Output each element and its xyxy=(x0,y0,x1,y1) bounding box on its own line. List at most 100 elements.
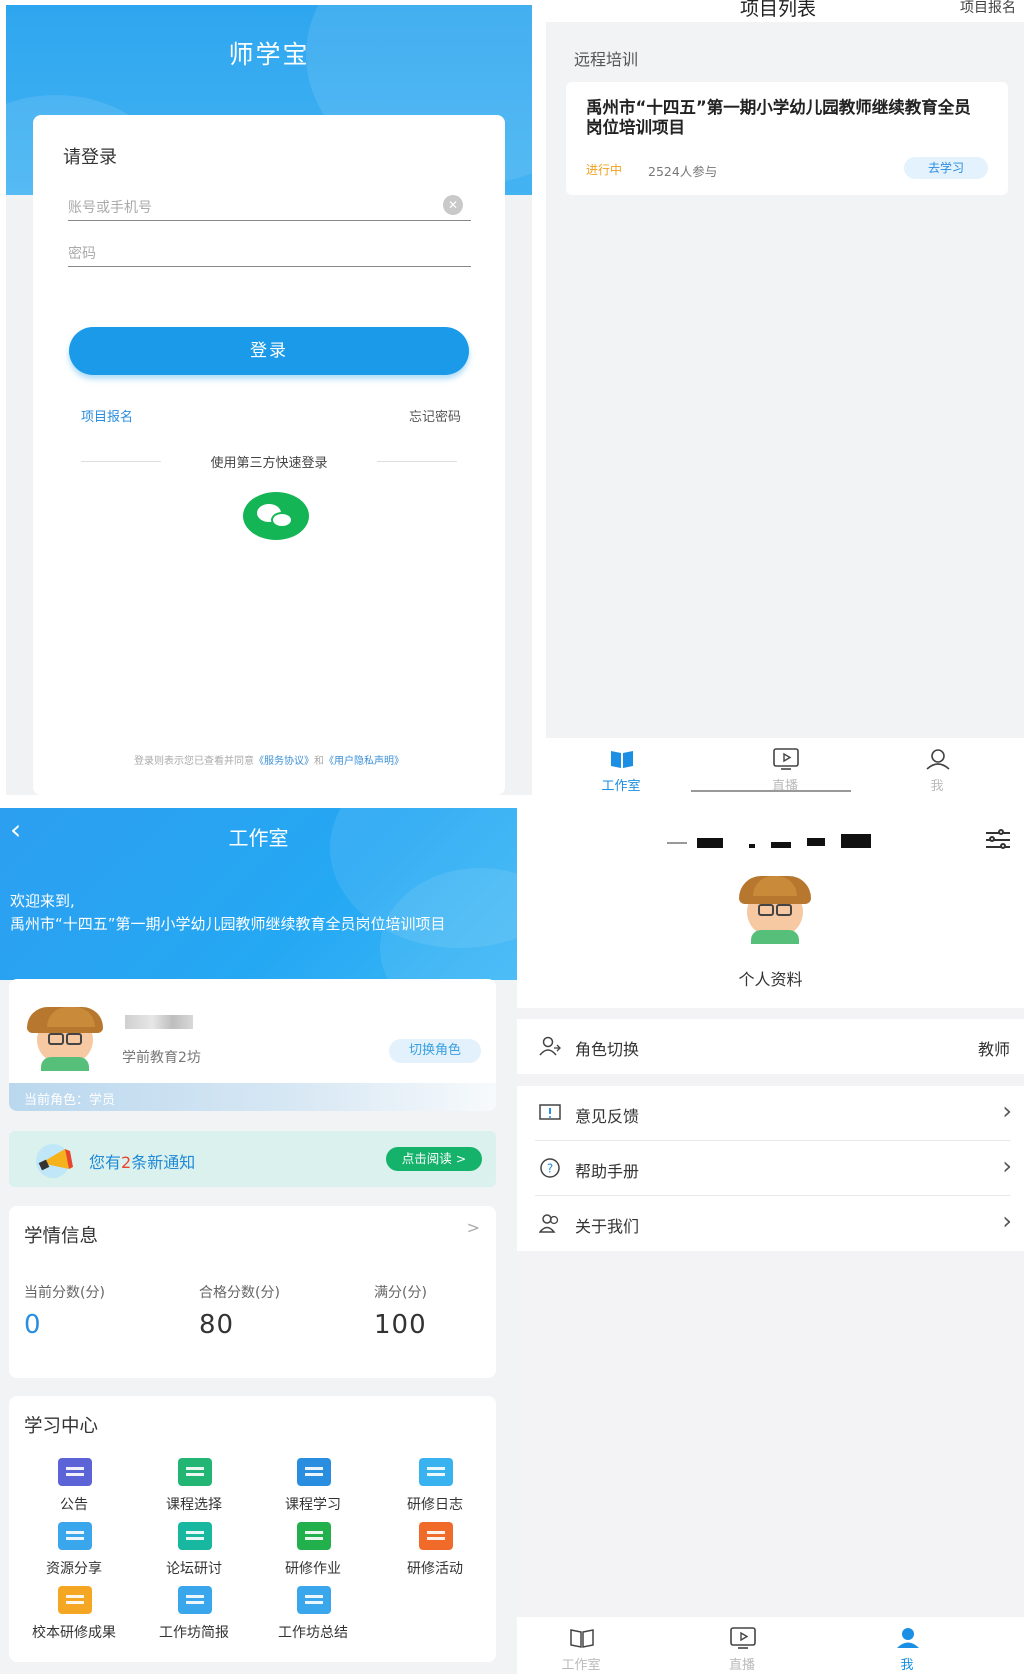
section-label: 远程培训 xyxy=(574,50,639,69)
current-role: 当前角色：学员 xyxy=(24,1093,116,1108)
wechat-icon[interactable] xyxy=(243,492,309,540)
page-title: 工作室 xyxy=(228,826,289,850)
score-value: 0 xyxy=(24,1310,42,1340)
login-button[interactable]: 登录 xyxy=(69,327,469,375)
tab-label: 我 xyxy=(930,779,944,794)
learning-center-item[interactable]: 工作坊简报 xyxy=(133,1586,255,1644)
third-party-divider: 使用第三方快速登录 xyxy=(81,452,457,472)
card-title: 学习中心 xyxy=(24,1416,99,1437)
user-name-redacted xyxy=(667,834,877,852)
book-icon xyxy=(570,1629,594,1648)
service-agreement-link[interactable]: 《服务协议》 xyxy=(254,756,314,767)
notice-banner[interactable]: 您有2条新通知 点击阅读 > xyxy=(9,1131,496,1187)
account-field[interactable]: 账号或手机号 ✕ xyxy=(68,195,471,221)
learning-center-card: 学习中心 公告 课程选择 课程学习 研修日志资源分享 论坛研讨 研修作业 研修活动校本研修成… xyxy=(9,1396,496,1662)
learning-center-item[interactable]: 课程选择 xyxy=(133,1458,255,1516)
menu-role-switch[interactable]: 角色切换 教师 xyxy=(517,1019,1024,1074)
tab-label: 工作室 xyxy=(561,1658,601,1673)
score-label: 当前分数(分) xyxy=(24,1285,105,1301)
workspace-screen: ‹ 工作室 欢迎来到, 禹州市“十四五”第一期小学幼儿园教师继续教育全员岗位培训… xyxy=(0,808,517,1674)
user-name-redacted xyxy=(125,1015,193,1029)
homework-icon xyxy=(297,1522,331,1550)
forgot-password-link[interactable]: 忘记密码 xyxy=(409,406,461,425)
chevron-right-icon: › xyxy=(1002,1152,1012,1180)
notice-prefix: 您有 xyxy=(89,1153,122,1172)
learning-center-label: 公告 xyxy=(60,1497,88,1513)
role-switch-icon xyxy=(539,1036,561,1056)
learning-center-label: 研修日志 xyxy=(407,1497,463,1513)
megaphone-icon xyxy=(36,1144,73,1178)
current-role-value: 教师 xyxy=(977,1040,1010,1059)
tab-workspace[interactable]: 工作室 xyxy=(531,1617,631,1674)
tab-live[interactable]: 直播 xyxy=(692,1617,792,1674)
tab-label: 直播 xyxy=(728,1658,755,1673)
password-placeholder: 密码 xyxy=(68,246,96,262)
pass-score: 合格分数(分) 80 xyxy=(199,1282,280,1340)
go-study-button[interactable]: 去学习 xyxy=(904,157,988,179)
tab-me[interactable]: 我 xyxy=(887,738,987,795)
learning-center-item[interactable]: 公告 xyxy=(13,1458,135,1516)
participant-count: 2524人参与 xyxy=(648,164,718,179)
learning-center-item[interactable]: 研修日志 xyxy=(374,1458,496,1516)
tab-me[interactable]: 我 xyxy=(857,1617,957,1674)
learning-center-label: 资源分享 xyxy=(46,1561,102,1577)
profile-label[interactable]: 个人资料 xyxy=(517,966,1024,990)
help-icon: ? xyxy=(540,1158,560,1178)
card-title: 学情信息 xyxy=(24,1226,99,1247)
login-heading: 请登录 xyxy=(63,147,117,168)
avatar xyxy=(21,999,109,1071)
project-card[interactable]: 禹州市“十四五”第一期小学幼儿园教师继续教育全员岗位培训项目 进行中 2524人… xyxy=(566,82,1008,195)
book-icon xyxy=(297,1458,331,1486)
read-button[interactable]: 点击阅读 > xyxy=(386,1147,482,1171)
password-field[interactable]: 密码 xyxy=(68,241,471,267)
project-signup-button[interactable]: 项目报名 xyxy=(960,0,1016,17)
menu-help[interactable]: ? 帮助手册 › xyxy=(517,1141,1024,1196)
workshop-name: 学前教育2坊 xyxy=(122,1050,201,1066)
feedback-icon xyxy=(539,1104,561,1120)
privacy-statement-link[interactable]: 《用户隐私声明》 xyxy=(324,756,404,767)
learning-center-item[interactable]: 研修作业 xyxy=(252,1522,374,1580)
learning-center-label: 工作坊简报 xyxy=(159,1625,229,1641)
avatar[interactable] xyxy=(729,866,819,946)
signup-link[interactable]: 项目报名 xyxy=(81,406,133,425)
learning-center-item[interactable]: 研修活动 xyxy=(374,1522,496,1580)
notice-count: 2 xyxy=(121,1153,132,1172)
video-icon xyxy=(773,748,799,770)
menu-feedback[interactable]: 意见反馈 › xyxy=(517,1086,1024,1141)
learning-center-item[interactable]: 资源分享 xyxy=(13,1522,135,1580)
learning-center-item[interactable]: 论坛研讨 xyxy=(133,1522,255,1580)
menu-about[interactable]: 关于我们 › xyxy=(517,1196,1024,1251)
score-label: 合格分数(分) xyxy=(199,1285,280,1301)
svg-text:?: ? xyxy=(547,1162,553,1176)
user-icon xyxy=(897,1628,919,1648)
chevron-right-icon[interactable]: > xyxy=(467,1218,480,1237)
page-title: 项目列表 xyxy=(740,0,817,20)
user-icon xyxy=(926,749,950,770)
current-role-bar: 当前角色：学员 xyxy=(9,1083,496,1111)
clear-icon[interactable]: ✕ xyxy=(443,195,463,215)
tab-live[interactable]: 直播 xyxy=(735,738,835,795)
menu-label: 角色切换 xyxy=(575,1040,640,1059)
resource-icon xyxy=(58,1522,92,1550)
notice-suffix: 条新通知 xyxy=(131,1153,196,1172)
brief-icon xyxy=(178,1586,212,1614)
learning-center-item[interactable]: 课程学习 xyxy=(252,1458,374,1516)
learning-center-item[interactable]: 工作坊总结 xyxy=(252,1586,374,1644)
switch-role-button[interactable]: 切换角色 xyxy=(389,1039,481,1063)
agreement-prefix: 登录则表示您已查看并同意 xyxy=(134,756,254,767)
learning-center-item[interactable]: 校本研修成果 xyxy=(13,1586,135,1644)
welcome-text: 欢迎来到, xyxy=(10,892,75,910)
forum-icon xyxy=(178,1522,212,1550)
full-score: 满分(分) 100 xyxy=(374,1282,427,1340)
profile-header: 个人资料 xyxy=(517,808,1024,1008)
learning-center-label: 研修作业 xyxy=(285,1561,341,1577)
video-icon xyxy=(730,1627,756,1649)
app-title: 师学宝 xyxy=(228,40,310,69)
profile-card: 学前教育2坊 切换角色 当前角色：学员 xyxy=(9,979,496,1111)
learning-center-label: 校本研修成果 xyxy=(32,1625,116,1641)
study-info-card[interactable]: 学情信息 > 当前分数(分) 0 合格分数(分) 80 满分(分) 100 xyxy=(9,1206,496,1378)
settings-sliders-icon[interactable] xyxy=(984,828,1012,852)
tab-workspace[interactable]: 工作室 xyxy=(571,738,671,795)
menu-label: 意见反馈 xyxy=(575,1107,640,1126)
project-name: 禹州市“十四五”第一期小学幼儿园教师继续教育全员岗位培训项目 xyxy=(586,98,971,137)
